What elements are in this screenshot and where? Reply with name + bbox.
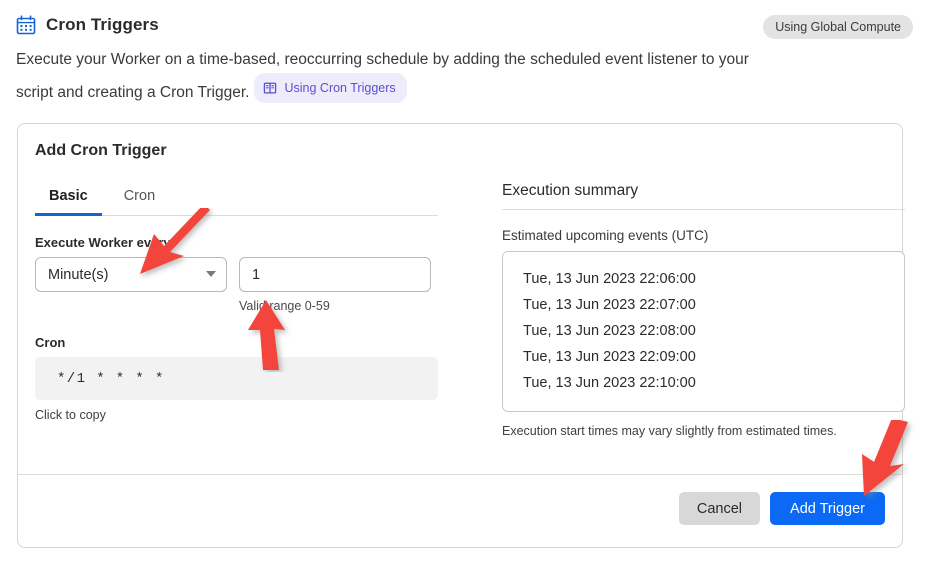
book-icon (263, 81, 277, 95)
tab-basic[interactable]: Basic (35, 183, 102, 216)
page-description: Execute your Worker on a time-based, reo… (16, 47, 756, 106)
using-cron-triggers-link[interactable]: Using Cron Triggers (254, 73, 407, 103)
amount-input[interactable] (239, 257, 431, 292)
schedule-inputs-row: Minute(s) (35, 257, 438, 292)
valid-range-hint: Valid range 0-59 (239, 299, 330, 313)
list-item: Tue, 13 Jun 2023 22:07:00 (523, 297, 696, 313)
cancel-button[interactable]: Cancel (678, 492, 761, 525)
list-item: Tue, 13 Jun 2023 22:09:00 (523, 349, 696, 365)
add-cron-trigger-card: Add Cron Trigger Basic Cron Execute Work… (17, 123, 905, 548)
using-cron-triggers-label: Using Cron Triggers (284, 81, 396, 95)
card-title: Add Cron Trigger (35, 142, 167, 159)
add-trigger-button[interactable]: Add Trigger (770, 492, 885, 525)
list-item: Tue, 13 Jun 2023 22:08:00 (523, 323, 696, 339)
unit-select-wrapper: Minute(s) (35, 257, 227, 292)
calendar-icon (16, 15, 36, 35)
cron-expression-value: */1 * * * * (57, 370, 165, 387)
execution-summary-title: Execution summary (502, 182, 905, 210)
form-column: Basic Cron Execute Worker every Minute(s… (35, 182, 438, 438)
unit-select[interactable]: Minute(s) (35, 257, 227, 292)
execution-summary-column: Execution summary Estimated upcoming eve… (502, 182, 905, 438)
card-footer: Cancel Add Trigger (18, 474, 902, 547)
execute-worker-every-label: Execute Worker every (35, 235, 171, 250)
click-to-copy-hint: Click to copy (35, 408, 106, 422)
page-title: Cron Triggers (46, 15, 159, 34)
card-columns: Basic Cron Execute Worker every Minute(s… (35, 182, 905, 438)
form-tabs: Basic Cron (35, 182, 438, 216)
using-global-compute-badge[interactable]: Using Global Compute (763, 15, 913, 39)
footer-buttons: Cancel Add Trigger (678, 492, 885, 525)
list-item: Tue, 13 Jun 2023 22:06:00 (523, 271, 696, 287)
list-item: Tue, 13 Jun 2023 22:10:00 (523, 375, 696, 391)
tab-cron[interactable]: Cron (110, 183, 169, 216)
cron-expression-box[interactable]: */1 * * * * (35, 357, 438, 400)
cron-expression-label: Cron (35, 335, 66, 350)
estimated-events-label: Estimated upcoming events (UTC) (502, 228, 709, 243)
execution-variance-note: Execution start times may vary slightly … (502, 424, 837, 438)
estimated-events-list: Tue, 13 Jun 2023 22:06:00 Tue, 13 Jun 20… (502, 251, 905, 412)
